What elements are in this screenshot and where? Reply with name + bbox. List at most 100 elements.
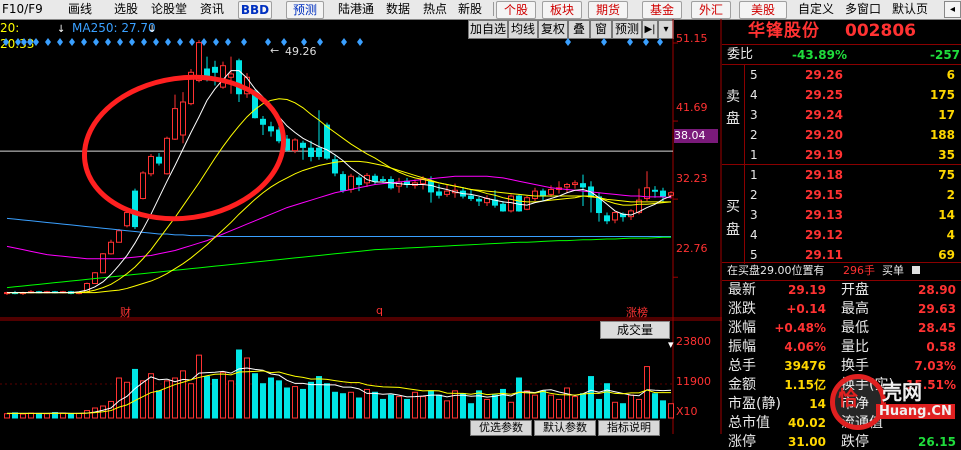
- stock-name: 华锋股份: [748, 21, 820, 41]
- volume-bar: [644, 366, 650, 419]
- buy-price[interactable]: 29.15: [805, 187, 843, 203]
- volume-bar: [140, 380, 146, 419]
- volume-bar: [396, 396, 402, 419]
- stat-label: 涨停: [728, 434, 756, 450]
- volume-label: 23800: [676, 335, 711, 348]
- buy-price[interactable]: 29.12: [805, 227, 843, 243]
- candle-body: [156, 156, 162, 164]
- ma60-line: [6, 175, 672, 260]
- buy-price[interactable]: 29.11: [805, 247, 843, 263]
- volume-bar: [620, 403, 626, 419]
- volume-bar: [612, 401, 618, 419]
- candle-body: [564, 184, 570, 188]
- volume-bar: [524, 390, 530, 419]
- buy-level: 5: [750, 248, 758, 262]
- signal-diamond-icon: [357, 38, 363, 46]
- stat-value: 29.19: [788, 283, 826, 297]
- signal-diamond-icon: [177, 38, 183, 46]
- signal-diamond-icon: [627, 38, 633, 46]
- signal-diamond-icon: [643, 38, 649, 46]
- sell-price[interactable]: 29.19: [805, 147, 843, 163]
- watermark-char: 恰: [838, 386, 858, 410]
- buy-price[interactable]: 29.13: [805, 207, 843, 223]
- stat-label: 最高: [841, 301, 869, 317]
- stat-label: 开盘: [841, 282, 869, 298]
- signal-diamond-icon: [601, 38, 607, 46]
- volume-bar: [76, 412, 82, 419]
- sell-level: 2: [750, 128, 758, 142]
- candle-body: [524, 197, 530, 210]
- candle-body: [340, 174, 346, 191]
- signal-diamond-icon: [105, 38, 111, 46]
- signal-diamond-icon: [241, 38, 247, 46]
- volume-bar: [548, 394, 554, 419]
- marker-finance[interactable]: 财: [120, 304, 131, 320]
- candle-body: [300, 142, 306, 148]
- sell-price[interactable]: 29.25: [805, 87, 843, 103]
- volume-bar: [156, 390, 162, 419]
- volume-bar: [20, 413, 26, 419]
- volume-bar: [244, 357, 250, 419]
- sell-price[interactable]: 29.24: [805, 107, 843, 123]
- buy-level: 4: [750, 228, 758, 242]
- sell-price[interactable]: 29.20: [805, 127, 843, 143]
- watermark-domain: Huang.CN: [876, 404, 955, 419]
- stat-value: 14: [809, 397, 826, 411]
- stat-value: 39476: [784, 359, 826, 373]
- volume-bar: [564, 387, 570, 419]
- marker-q[interactable]: q: [376, 304, 383, 317]
- webi-pct: -43.89%: [792, 48, 847, 62]
- signal-diamond-icon: [657, 38, 663, 46]
- signal-diamond-icon: [81, 38, 87, 46]
- signal-diamond-icon: [57, 38, 63, 46]
- buy-level: 1: [750, 168, 758, 182]
- volume-bar: [220, 371, 226, 419]
- stat-label: 金额: [728, 377, 756, 393]
- ma5-line: [7, 70, 672, 294]
- volume-bar: [316, 376, 322, 419]
- volume-bar: [196, 354, 202, 419]
- candle-body: [428, 180, 434, 193]
- volume-label: 11900: [676, 375, 711, 388]
- volume-bar: [284, 387, 290, 419]
- sell-price[interactable]: 29.26: [805, 67, 843, 83]
- volume-bar: [276, 380, 282, 419]
- candle-body: [132, 190, 138, 228]
- volume-bar: [508, 401, 514, 419]
- stat-value: 31.00: [788, 435, 826, 449]
- volume-bar: [484, 398, 490, 419]
- buy-price[interactable]: 29.18: [805, 167, 843, 183]
- expand-icon[interactable]: [912, 266, 920, 274]
- candle-body: [652, 189, 658, 192]
- candle-body: [356, 177, 362, 185]
- volume-bar: [468, 403, 474, 419]
- volume-bar: [356, 397, 362, 419]
- volume-bar: [292, 386, 298, 419]
- marker-top-gainers[interactable]: 涨榜: [626, 304, 648, 320]
- volume-bar: [660, 400, 666, 419]
- volume-bar: [324, 383, 330, 419]
- buy-level: 3: [750, 208, 758, 222]
- volume-bar: [84, 410, 90, 419]
- divider: [722, 44, 961, 45]
- indicator-selector[interactable]: 成交量: [600, 321, 670, 339]
- buy-volume: 69: [938, 248, 955, 262]
- volume-bar: [124, 381, 130, 419]
- volume-bar: [372, 391, 378, 419]
- sell-level: 3: [750, 108, 758, 122]
- candle-body: [580, 183, 586, 188]
- peak-arrow-icon: ←: [270, 44, 280, 57]
- candle-body: [612, 212, 618, 221]
- candle-body: [260, 118, 266, 125]
- chevron-down-icon[interactable]: ▾: [668, 338, 674, 351]
- candle-body: [220, 65, 226, 88]
- sell-side-label: 卖: [726, 89, 740, 105]
- volume-bar: [516, 377, 522, 419]
- candle-body: [180, 101, 186, 136]
- volume-bar: [116, 377, 122, 419]
- candle-body: [108, 241, 114, 255]
- stat-label: 总市值: [728, 415, 770, 431]
- signal-diamond-icon: [189, 38, 195, 46]
- stat-label: 量比: [841, 339, 869, 355]
- price-label: 41.69: [676, 101, 708, 114]
